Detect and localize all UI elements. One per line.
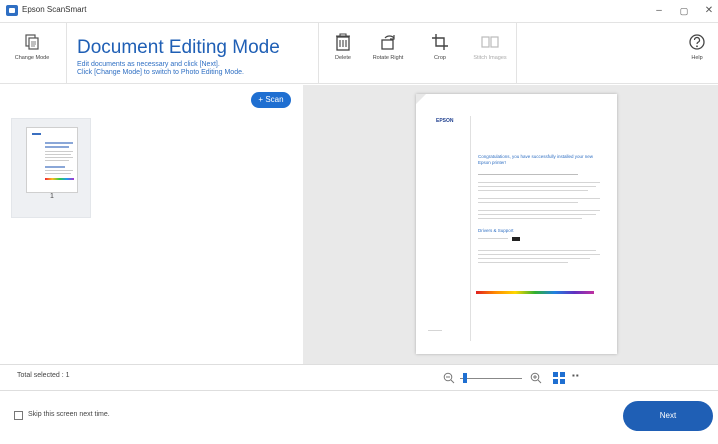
document-preview[interactable]: EPSON Congratulations, you have successf… xyxy=(416,94,617,354)
app-icon xyxy=(6,5,18,16)
epson-logo: EPSON xyxy=(436,118,454,124)
trash-icon xyxy=(336,33,350,51)
mode-description-line2: Click [Change Mode] to switch to Photo E… xyxy=(77,69,244,76)
toolbar-divider xyxy=(66,23,67,83)
thumbnail-number: 1 xyxy=(50,193,54,200)
crop-label: Crop xyxy=(434,55,446,61)
delete-label: Delete xyxy=(335,55,351,61)
thumbnail-image xyxy=(26,127,78,193)
delete-button[interactable]: Delete xyxy=(321,31,365,77)
toolbar-divider xyxy=(516,23,517,83)
change-mode-button[interactable]: Change Mode xyxy=(10,31,54,77)
stitch-images-button[interactable]: Stitch Images xyxy=(468,31,512,77)
change-mode-label: Change Mode xyxy=(14,55,50,61)
more-options-icon[interactable]: ▪▪ xyxy=(572,371,580,380)
scan-button[interactable]: + Scan xyxy=(251,92,291,108)
mode-description-line1: Edit documents as necessary and click [N… xyxy=(77,61,220,68)
window-title: Epson ScanSmart xyxy=(22,5,87,14)
help-button[interactable]: Help xyxy=(680,31,714,77)
next-button[interactable]: Next xyxy=(623,401,713,431)
zoom-slider-track[interactable] xyxy=(460,378,522,379)
rotate-right-icon xyxy=(381,35,395,50)
grid-view-icon[interactable] xyxy=(553,372,565,384)
stitch-icon xyxy=(481,36,499,48)
page-title: Document Editing Mode xyxy=(77,37,280,58)
toolbar-divider xyxy=(318,23,319,83)
color-bar xyxy=(476,291,594,294)
zoom-slider-handle[interactable] xyxy=(462,373,467,383)
total-selected-text: Total selected : 1 xyxy=(17,372,70,379)
crop-icon xyxy=(432,34,448,50)
help-icon xyxy=(689,34,705,50)
title-bar: Epson ScanSmart – ▢ ✕ xyxy=(0,0,718,22)
rotate-right-label: Rotate Right xyxy=(372,55,404,61)
help-label: Help xyxy=(691,55,703,61)
skip-label: Skip this screen next time. xyxy=(28,411,110,418)
change-mode-icon xyxy=(25,34,39,50)
close-button[interactable]: ✕ xyxy=(700,3,718,19)
toolbar: Change Mode Document Editing Mode Edit d… xyxy=(0,22,718,84)
rotate-right-button[interactable]: Rotate Right xyxy=(366,31,410,77)
minimize-button[interactable]: – xyxy=(650,3,668,19)
crop-button[interactable]: Crop xyxy=(418,31,462,77)
document-section-heading: Drivers & Support xyxy=(478,228,514,233)
zoom-out-icon[interactable] xyxy=(443,372,455,384)
maximize-button[interactable]: ▢ xyxy=(675,3,693,19)
zoom-in-icon[interactable] xyxy=(530,372,542,384)
thumbnail-card[interactable]: 1 xyxy=(11,118,91,218)
mode-description: Edit documents as necessary and click [N… xyxy=(77,61,244,77)
status-bar xyxy=(0,364,718,390)
document-heading: Congratulations, you have successfully i… xyxy=(478,154,594,165)
skip-checkbox[interactable] xyxy=(14,411,23,420)
stitch-images-label: Stitch Images xyxy=(473,55,507,61)
